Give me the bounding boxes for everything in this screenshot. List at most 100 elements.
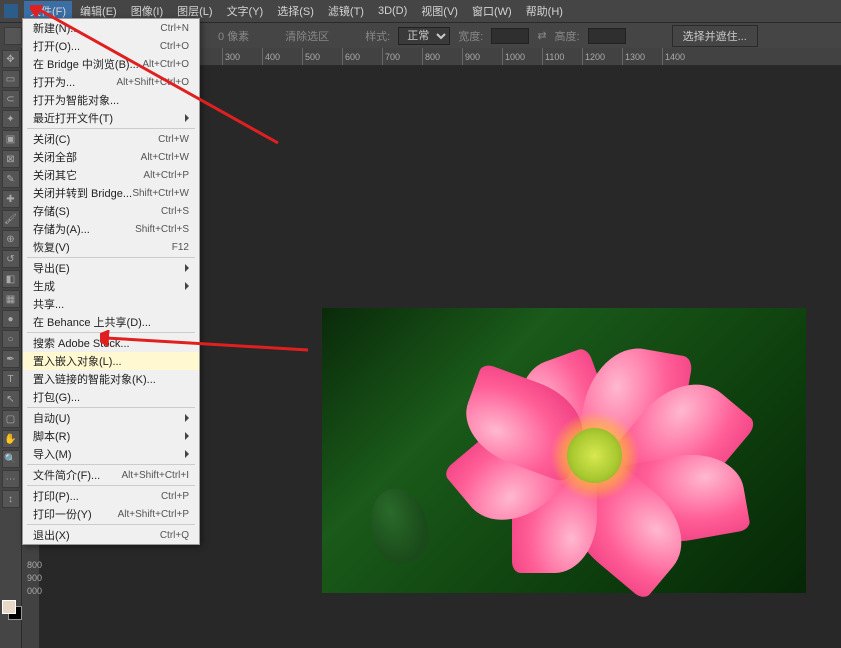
submenu-arrow-icon bbox=[185, 264, 189, 272]
menu-item[interactable]: 存储(S)Ctrl+S bbox=[23, 202, 199, 220]
menu-separator bbox=[27, 257, 195, 258]
menu-item[interactable]: 文件简介(F)...Alt+Shift+Ctrl+I bbox=[23, 466, 199, 484]
ruler-vertical-numbers: 800 900 000 bbox=[24, 559, 42, 598]
tool-eraser[interactable]: ◧ bbox=[2, 270, 20, 288]
home-icon[interactable] bbox=[4, 27, 22, 45]
tool-edit-toolbar[interactable]: ↕ bbox=[2, 490, 20, 508]
menu-item[interactable]: 置入嵌入对象(L)... bbox=[23, 352, 199, 370]
tool-lasso[interactable]: ⊂ bbox=[2, 90, 20, 108]
ruler-tick: 700 bbox=[382, 48, 422, 65]
menu-item[interactable]: 新建(N)...Ctrl+N bbox=[23, 19, 199, 37]
menu-item-shortcut: Ctrl+Q bbox=[160, 530, 189, 541]
tool-brush[interactable]: 🖌 bbox=[2, 210, 20, 228]
ruler-tick: 300 bbox=[222, 48, 262, 65]
menu-item[interactable]: 共享... bbox=[23, 295, 199, 313]
menu-item[interactable]: 退出(X)Ctrl+Q bbox=[23, 526, 199, 544]
tool-stamp[interactable]: ⊕ bbox=[2, 230, 20, 248]
foreground-swatch[interactable] bbox=[2, 600, 16, 614]
menu-filter[interactable]: 滤镜(T) bbox=[322, 1, 370, 21]
width-input[interactable] bbox=[491, 28, 529, 44]
menu-type[interactable]: 文字(Y) bbox=[221, 1, 270, 21]
menu-item[interactable]: 关闭全部Alt+Ctrl+W bbox=[23, 148, 199, 166]
menu-item[interactable]: 关闭(C) Ctrl+W bbox=[23, 130, 199, 148]
ruler-tick: 1300 bbox=[622, 48, 662, 65]
menu-item-label: 关闭全部 bbox=[33, 149, 77, 165]
menu-item-shortcut: Ctrl+N bbox=[160, 23, 189, 34]
tool-shape[interactable]: ▢ bbox=[2, 410, 20, 428]
ruler-tick: 900 bbox=[462, 48, 502, 65]
tool-eyedropper[interactable]: ✎ bbox=[2, 170, 20, 188]
menu-item[interactable]: 打开(O)...Ctrl+O bbox=[23, 37, 199, 55]
tool-hand[interactable]: ✋ bbox=[2, 430, 20, 448]
submenu-arrow-icon bbox=[185, 432, 189, 440]
color-swatches[interactable] bbox=[2, 600, 20, 628]
menu-item[interactable]: 导出(E) bbox=[23, 259, 199, 277]
width-label: 宽度: bbox=[458, 28, 483, 44]
submenu-arrow-icon bbox=[185, 414, 189, 422]
menu-item[interactable]: 关闭并转到 Bridge...Shift+Ctrl+W bbox=[23, 184, 199, 202]
menu-item-shortcut: Ctrl+W bbox=[158, 134, 189, 145]
menu-item[interactable]: 导入(M) bbox=[23, 445, 199, 463]
menu-select[interactable]: 选择(S) bbox=[271, 1, 320, 21]
menu-item[interactable]: 在 Behance 上共享(D)... bbox=[23, 313, 199, 331]
tool-crop[interactable]: ▣ bbox=[2, 130, 20, 148]
tool-frame[interactable]: ⊠ bbox=[2, 150, 20, 168]
menu-item-shortcut: Alt+Ctrl+O bbox=[142, 59, 189, 70]
menu-3d[interactable]: 3D(D) bbox=[372, 3, 413, 19]
menu-item-shortcut: Alt+Shift+Ctrl+O bbox=[116, 77, 189, 88]
document-image[interactable] bbox=[322, 308, 806, 593]
tool-zoom[interactable]: 🔍 bbox=[2, 450, 20, 468]
menu-item[interactable]: 打开为智能对象... bbox=[23, 91, 199, 109]
tool-blur[interactable]: ● bbox=[2, 310, 20, 328]
menu-item-label: 存储(S) bbox=[33, 203, 70, 219]
ruler-tick: 1100 bbox=[542, 48, 582, 65]
menu-item[interactable]: 恢复(V)F12 bbox=[23, 238, 199, 256]
swap-icon[interactable]: ⇄ bbox=[537, 29, 546, 42]
menu-item[interactable]: 自动(U) bbox=[23, 409, 199, 427]
clear-selection[interactable]: 清除选区 bbox=[285, 28, 329, 44]
tool-path[interactable]: ↖ bbox=[2, 390, 20, 408]
refine-edge-button[interactable]: 选择并遮住... bbox=[672, 25, 758, 47]
menu-item[interactable]: 搜索 Adobe Stock... bbox=[23, 334, 199, 352]
tool-dodge[interactable]: ○ bbox=[2, 330, 20, 348]
menu-item[interactable]: 打印(P)...Ctrl+P bbox=[23, 487, 199, 505]
tool-text[interactable]: T bbox=[2, 370, 20, 388]
menu-item[interactable]: 打开为... Alt+Shift+Ctrl+O bbox=[23, 73, 199, 91]
menu-item[interactable]: 在 Bridge 中浏览(B)...Alt+Ctrl+O bbox=[23, 55, 199, 73]
menu-item-label: 打开为... bbox=[33, 74, 75, 90]
menu-item[interactable]: 脚本(R) bbox=[23, 427, 199, 445]
tool-pen[interactable]: ✒ bbox=[2, 350, 20, 368]
menu-item-label: 自动(U) bbox=[33, 410, 70, 426]
tool-marquee[interactable]: ▭ bbox=[2, 70, 20, 88]
tool-gradient[interactable]: ▦ bbox=[2, 290, 20, 308]
menu-item-label: 存储为(A)... bbox=[33, 221, 90, 237]
menu-window[interactable]: 窗口(W) bbox=[466, 1, 518, 21]
mode-select[interactable]: 正常 bbox=[398, 27, 450, 45]
menu-item[interactable]: 最近打开文件(T) bbox=[23, 109, 199, 127]
menu-item-label: 脚本(R) bbox=[33, 428, 70, 444]
menu-item[interactable]: 生成 bbox=[23, 277, 199, 295]
menu-help[interactable]: 帮助(H) bbox=[520, 1, 569, 21]
menu-item[interactable]: 打印一份(Y)Alt+Shift+Ctrl+P bbox=[23, 505, 199, 523]
menu-view[interactable]: 视图(V) bbox=[415, 1, 464, 21]
tool-move[interactable]: ✥ bbox=[2, 50, 20, 68]
menu-item[interactable]: 置入链接的智能对象(K)... bbox=[23, 370, 199, 388]
menu-separator bbox=[27, 407, 195, 408]
menu-item-label: 导入(M) bbox=[33, 446, 72, 462]
menu-item-label: 打印(P)... bbox=[33, 488, 79, 504]
menu-item[interactable]: 打包(G)... bbox=[23, 388, 199, 406]
menu-item[interactable]: 存储为(A)...Shift+Ctrl+S bbox=[23, 220, 199, 238]
menu-item-label: 关闭(C) bbox=[33, 131, 70, 147]
tool-more[interactable]: ⋯ bbox=[2, 470, 20, 488]
menu-item-label: 在 Behance 上共享(D)... bbox=[33, 314, 151, 330]
menu-item-label: 生成 bbox=[33, 278, 55, 294]
tool-wand[interactable]: ✦ bbox=[2, 110, 20, 128]
menu-item-label: 在 Bridge 中浏览(B)... bbox=[33, 56, 139, 72]
ruler-tick: 400 bbox=[262, 48, 302, 65]
menu-item-label: 打包(G)... bbox=[33, 389, 80, 405]
tool-history[interactable]: ↺ bbox=[2, 250, 20, 268]
menu-item[interactable]: 关闭其它Alt+Ctrl+P bbox=[23, 166, 199, 184]
tool-heal[interactable]: ✚ bbox=[2, 190, 20, 208]
mode-label: 样式: bbox=[365, 28, 390, 44]
height-input[interactable] bbox=[588, 28, 626, 44]
